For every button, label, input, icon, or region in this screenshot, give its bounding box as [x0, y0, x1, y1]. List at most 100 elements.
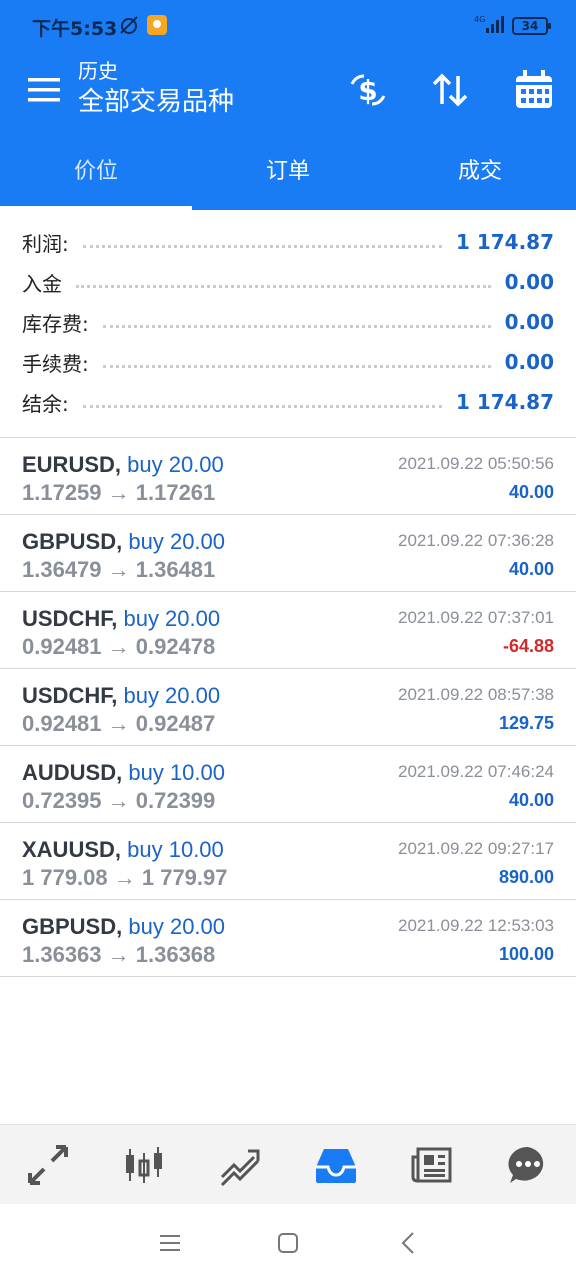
- sort-icon[interactable]: [428, 68, 472, 112]
- deal-time: 2021.09.22 05:50:56: [398, 454, 554, 473]
- deal-prices: 0.72395 → 0.72399: [22, 788, 216, 813]
- summary-row-profit: 利润: 1 174.87: [0, 222, 576, 262]
- deal-side: buy 20.00: [123, 683, 221, 708]
- alarm-off-icon: [118, 14, 140, 40]
- app-window: 下午5:53 4G 34 历史 全部交易品种 $ 价位 订单 成交 利润: 1 …: [0, 0, 576, 1280]
- deal-profit: 40.00: [508, 559, 554, 579]
- system-nav-bar: [0, 1204, 576, 1280]
- deal-symbol: GBPUSD,: [22, 914, 123, 939]
- deal-profit: 40.00: [508, 482, 554, 502]
- menu-icon[interactable]: [28, 76, 60, 104]
- signal-icon: 4G: [474, 14, 504, 38]
- dotted-leader: [102, 364, 491, 368]
- deal-row[interactable]: AUDUSD, buy 10.00 0.72395 → 0.72399 2021…: [0, 746, 576, 823]
- notification-app-icon: [146, 14, 168, 40]
- chat-icon[interactable]: [498, 1135, 558, 1195]
- summary-row-deposit: 入金 0.00: [0, 262, 576, 302]
- deal-row[interactable]: EURUSD, buy 20.00 1.17259 → 1.17261 2021…: [0, 438, 576, 515]
- summary-value: 0.00: [504, 350, 554, 374]
- summary-row-swap: 库存费: 0.00: [0, 302, 576, 342]
- summary-value: 1 174.87: [455, 230, 554, 254]
- deal-time: 2021.09.22 12:53:03: [398, 916, 554, 935]
- quotes-icon[interactable]: [18, 1135, 78, 1195]
- deal-prices: 1 779.08 → 1 779.97: [22, 865, 228, 890]
- chart-icon[interactable]: [114, 1135, 174, 1195]
- deals-list: EURUSD, buy 20.00 1.17259 → 1.17261 2021…: [0, 438, 576, 977]
- dotted-leader: [82, 244, 442, 248]
- page-title: 全部交易品种: [78, 87, 235, 117]
- back-icon[interactable]: [394, 1228, 424, 1258]
- deal-row[interactable]: XAUUSD, buy 10.00 1 779.08 → 1 779.97 20…: [0, 823, 576, 900]
- deal-profit: 890.00: [498, 867, 554, 887]
- summary-row-commission: 手续费: 0.00: [0, 342, 576, 382]
- deal-profit: 129.75: [498, 713, 554, 733]
- deal-symbol-line: USDCHF, buy 20.00: [22, 606, 220, 632]
- trade-icon[interactable]: [210, 1135, 270, 1195]
- toolbar: 历史 全部交易品种 $: [0, 56, 576, 132]
- deal-prices: 0.92481 → 0.92487: [22, 711, 216, 736]
- deal-row[interactable]: GBPUSD, buy 20.00 1.36479 → 1.36481 2021…: [0, 515, 576, 592]
- dotted-leader: [82, 404, 442, 408]
- deal-prices: 1.36363 → 1.36368: [22, 942, 216, 967]
- history-icon[interactable]: [306, 1135, 366, 1195]
- home-icon[interactable]: [273, 1228, 303, 1258]
- deal-prices: 1.17259 → 1.17261: [22, 480, 216, 505]
- page-subtitle: 历史: [78, 59, 118, 83]
- deal-symbol: AUDUSD,: [22, 760, 123, 785]
- deal-side: buy 20.00: [127, 452, 224, 477]
- dotted-leader: [102, 324, 491, 328]
- deal-symbol-line: EURUSD, buy 20.00: [22, 452, 224, 478]
- deal-symbol: EURUSD,: [22, 452, 122, 477]
- deal-side: buy 10.00: [128, 760, 225, 785]
- tab-price[interactable]: 价位: [0, 134, 192, 210]
- deal-row[interactable]: GBPUSD, buy 20.00 1.36363 → 1.36368 2021…: [0, 900, 576, 977]
- battery-indicator: 34: [512, 17, 551, 35]
- deal-prices: 1.36479 → 1.36481: [22, 557, 216, 582]
- summary-row-balance: 结余: 1 174.87: [0, 382, 576, 422]
- summary-label: 手续费:: [22, 351, 89, 376]
- summary-value: 0.00: [504, 270, 554, 294]
- deal-profit: 100.00: [498, 944, 554, 964]
- news-icon[interactable]: [402, 1135, 462, 1195]
- deal-symbol: USDCHF,: [22, 683, 118, 708]
- summary-label: 库存费:: [22, 311, 89, 336]
- status-bar: 下午5:53 4G 34: [0, 0, 576, 56]
- recent-apps-icon[interactable]: [155, 1228, 185, 1258]
- summary-label: 结余:: [22, 391, 69, 416]
- summary-value: 1 174.87: [455, 390, 554, 414]
- calendar-icon[interactable]: [512, 68, 556, 112]
- deal-side: buy 10.00: [127, 837, 224, 862]
- deal-side: buy 20.00: [128, 529, 226, 554]
- bottom-nav: [0, 1124, 576, 1204]
- deal-time: 2021.09.22 08:57:38: [398, 685, 554, 704]
- summary-label: 入金: [22, 271, 62, 296]
- deal-symbol-line: AUDUSD, buy 10.00: [22, 760, 225, 786]
- summary-section: 利润: 1 174.87 入金 0.00 库存费: 0.00 手续费: 0.00…: [0, 222, 576, 422]
- deal-side: buy 20.00: [128, 914, 226, 939]
- currency-exchange-icon[interactable]: $: [346, 68, 390, 112]
- status-right: 4G 34: [474, 14, 551, 38]
- dotted-leader: [76, 284, 491, 288]
- deal-symbol-line: USDCHF, buy 20.00: [22, 683, 220, 709]
- deal-row[interactable]: USDCHF, buy 20.00 0.92481 → 0.92478 2021…: [0, 592, 576, 669]
- deal-symbol: XAUUSD,: [22, 837, 122, 862]
- deal-profit: 40.00: [508, 790, 554, 810]
- deal-time: 2021.09.22 09:27:17: [398, 839, 554, 858]
- deal-time: 2021.09.22 07:36:28: [398, 531, 554, 550]
- tab-deals[interactable]: 成交: [384, 134, 576, 210]
- tab-orders[interactable]: 订单: [192, 134, 384, 210]
- status-time: 下午5:53: [32, 18, 118, 40]
- deal-time: 2021.09.22 07:37:01: [398, 608, 554, 627]
- deal-symbol-line: GBPUSD, buy 20.00: [22, 529, 225, 555]
- summary-value: 0.00: [504, 310, 554, 334]
- deal-side: buy 20.00: [123, 606, 221, 631]
- deal-prices: 0.92481 → 0.92478: [22, 634, 216, 659]
- summary-label: 利润:: [22, 231, 69, 256]
- svg-text:$: $: [358, 74, 377, 107]
- deal-row[interactable]: USDCHF, buy 20.00 0.92481 → 0.92487 2021…: [0, 669, 576, 746]
- deal-time: 2021.09.22 07:46:24: [398, 762, 554, 781]
- deal-profit: -64.88: [502, 636, 554, 656]
- deal-symbol: GBPUSD,: [22, 529, 123, 554]
- title-block[interactable]: 历史 全部交易品种: [78, 58, 234, 120]
- deal-symbol-line: XAUUSD, buy 10.00: [22, 837, 224, 863]
